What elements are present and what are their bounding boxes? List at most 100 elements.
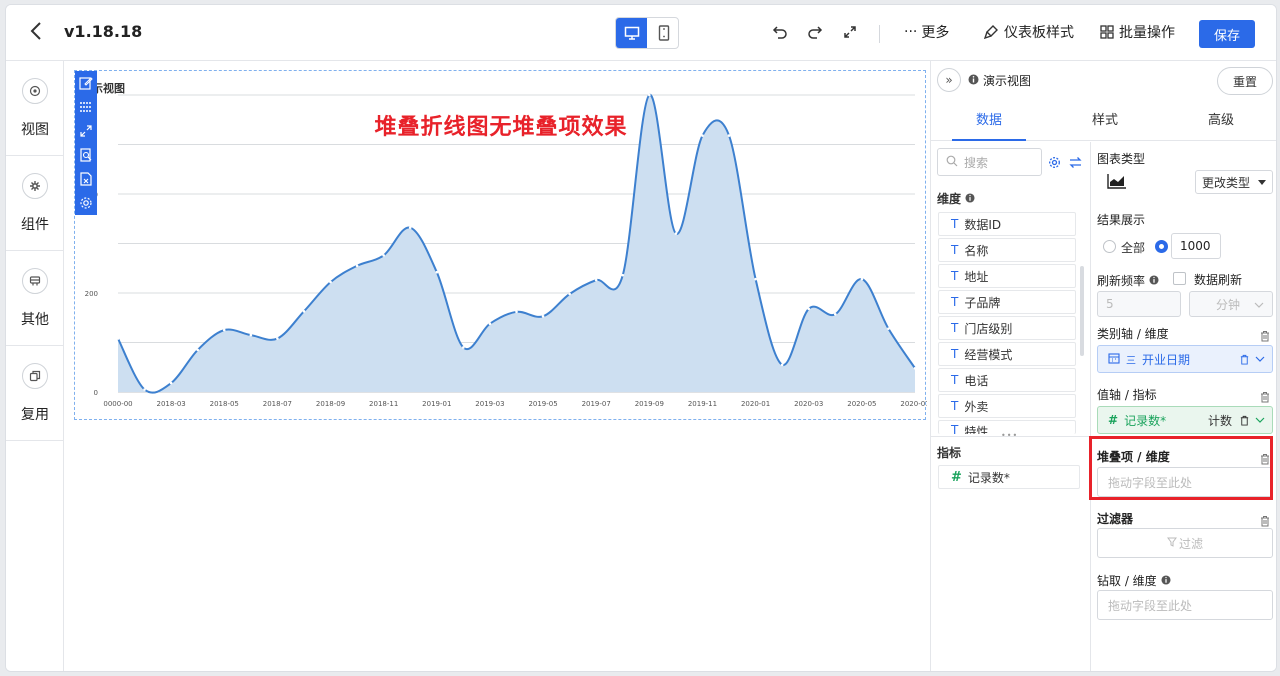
data-view-icon[interactable] [78,147,94,163]
y-tick-label: 0 [94,389,98,397]
x-tick-label: 2019-05 [528,400,557,408]
refresh-unit-label: 分钟 [1216,297,1241,312]
value-field-pill[interactable]: # 记录数* 计数 [1097,406,1273,434]
drag-handle-icon[interactable] [78,99,94,115]
drill-drop-zone[interactable]: 拖动字段至此处 [1097,590,1273,620]
info-icon [1161,574,1171,588]
text-type-icon: T [951,347,959,361]
category-field-pill[interactable]: 三 开业日期 [1097,345,1273,373]
data-point [355,264,359,268]
x-tick-label: 2018-07 [263,400,292,408]
chevron-down-icon[interactable] [1255,356,1265,362]
area-chart-icon[interactable] [1107,173,1127,193]
field-settings-icon[interactable] [1048,154,1061,173]
tab-advanced[interactable]: 高级 [1163,101,1276,141]
dimension-field[interactable]: T 数据ID [938,212,1076,236]
view-icon [22,78,48,104]
chevron-down-icon[interactable] [1255,417,1265,423]
trash-icon[interactable] [1239,354,1250,365]
dimension-field[interactable]: T 外卖 [938,394,1076,418]
result-label: 结果展示 [1097,213,1146,227]
change-type-select[interactable]: 更改类型 [1195,170,1273,194]
granularity-icon: 三 [1126,355,1136,367]
trash-icon[interactable] [1239,415,1250,426]
info-icon [968,74,979,88]
refresh-label-text: 刷新频率 [1097,274,1146,288]
search-input[interactable]: 搜索 [937,148,1042,176]
dimension-field[interactable]: T 经营模式 [938,342,1076,366]
sidebar-item-other[interactable]: 其他 [6,251,64,346]
data-point [860,277,864,281]
x-tick-label: 2019-11 [688,400,717,408]
desktop-icon[interactable] [616,18,647,48]
data-point [302,310,306,313]
dimension-field[interactable]: T 子品牌 [938,290,1076,314]
data-refresh-checkbox[interactable] [1173,272,1186,285]
chart-widget[interactable]: 02004000000-002018-032018-052018-072018-… [74,70,927,420]
filter-drop-zone[interactable]: 过滤 [1097,528,1273,558]
more-button[interactable]: ··· 更多 [904,20,949,44]
sidebar-item-label: 视图 [21,122,49,138]
tab-style[interactable]: 样式 [1047,101,1163,141]
collapse-panel-icon[interactable]: » [937,68,961,92]
panel-header: » 演示视图 重置 [931,61,1276,97]
batch-operation-label: 批量操作 [1119,25,1175,41]
y-tick-label: 200 [85,290,98,298]
fullscreen-icon[interactable] [843,20,857,44]
dimension-field[interactable]: T 地址 [938,264,1076,288]
aggregation-label[interactable]: 计数 [1208,412,1232,429]
batch-operation-button[interactable]: 批量操作 [1100,20,1175,44]
refresh-unit-select[interactable]: 分钟 [1189,291,1273,317]
switch-icon[interactable] [1069,154,1082,173]
section-divider [931,436,1091,437]
category-axis-label: 类别轴 / 维度 [1097,327,1169,341]
sidebar-item-reuse[interactable]: 复用 [6,346,64,441]
trash-icon[interactable] [1259,512,1271,527]
app-window: v1.18.18 ··· 更多 仪表板样式 批量操作 保存 视图 组件 其他 复… [5,4,1277,672]
grid-icon [1100,25,1114,39]
trash-icon[interactable] [1259,327,1271,342]
dimension-field[interactable]: T 名称 [938,238,1076,262]
settings-icon[interactable] [78,195,94,211]
mobile-icon[interactable] [648,18,678,48]
dashboard-style-button[interactable]: 仪表板样式 [983,20,1074,44]
dimension-field[interactable]: T 门店级别 [938,316,1076,340]
filter-label: 过滤器 [1097,512,1134,526]
result-count-input[interactable]: 1000 [1171,233,1221,259]
data-point [594,278,598,282]
tab-data[interactable]: 数据 [931,101,1047,141]
sidebar-item-view[interactable]: 视图 [6,61,64,156]
undo-icon[interactable] [772,20,788,44]
expand-icon[interactable] [78,123,94,139]
data-point [249,333,253,337]
dimension-field[interactable]: T 电话 [938,368,1076,392]
data-point [116,337,120,340]
x-tick-label: 2018-03 [157,400,186,408]
other-icon [22,268,48,294]
x-tick-label: 2019-09 [635,400,664,408]
trash-icon[interactable] [1259,388,1271,403]
data-point [568,292,571,296]
field-list-scrollbar[interactable] [1080,266,1084,356]
edit-icon[interactable] [78,75,94,91]
reuse-icon [22,363,48,389]
result-all-radio[interactable] [1103,240,1116,253]
measure-field[interactable]: # 记录数* [938,465,1080,489]
data-point [754,277,757,281]
redo-icon[interactable] [807,20,823,44]
save-button[interactable]: 保存 [1199,20,1255,48]
drill-label-text: 钻取 / 维度 [1097,574,1157,588]
sidebar-item-component[interactable]: 组件 [6,156,64,251]
back-icon[interactable] [26,21,46,43]
data-point [834,312,837,316]
reset-button[interactable]: 重置 [1217,67,1273,95]
refresh-label: 刷新频率 [1097,272,1159,289]
result-count-radio[interactable] [1155,240,1168,253]
date-type-icon [1108,352,1120,367]
highlight-box [1089,436,1273,500]
refresh-value-input[interactable]: 5 [1097,291,1181,317]
dimension-header: 维度 [937,190,975,207]
data-point [488,322,492,325]
export-icon[interactable] [78,171,94,187]
field-label: 地址 [964,269,989,284]
